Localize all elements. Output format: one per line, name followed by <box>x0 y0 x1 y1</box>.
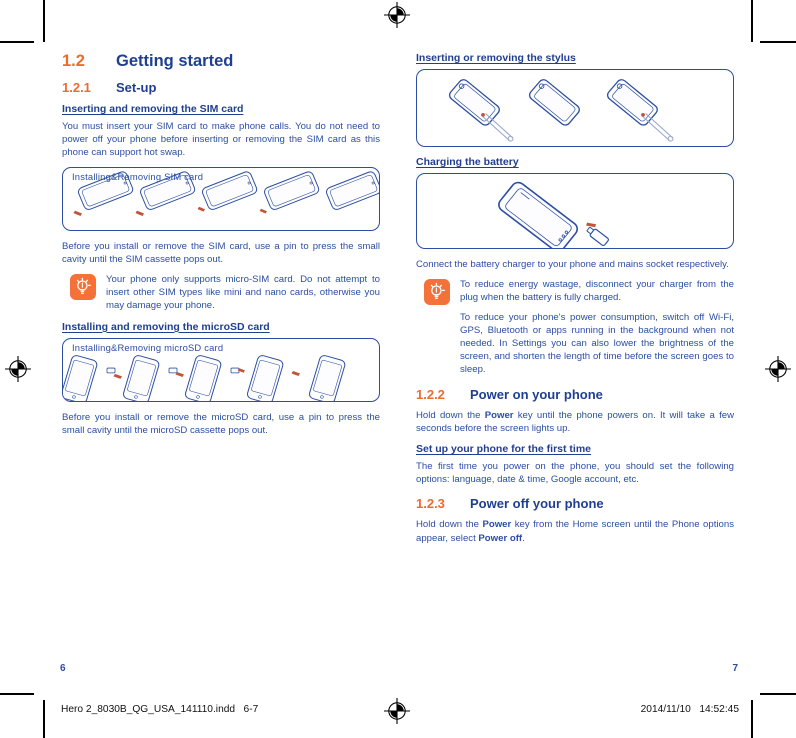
crop-mark-top-left-horizontal <box>0 41 34 43</box>
tip-note-sim-body: Your phone only supports micro-SIM card.… <box>106 273 380 313</box>
heading-getting-started-number: 1.2 <box>62 52 85 70</box>
illustration-stylus-artwork <box>448 79 674 142</box>
illustration-stylus <box>416 69 734 147</box>
heading-inserting-removing-sim: Inserting and removing the SIM card <box>62 103 244 115</box>
paragraph-power-on: Hold down the Power key until the phone … <box>416 409 734 435</box>
power-off-text-pre: Hold down the <box>416 519 483 531</box>
paragraph-power-off: Hold down the Power key from the Home sc… <box>416 518 734 544</box>
heading-power-on-number: 1.2.2 <box>416 386 445 402</box>
printed-manual-spread: 1.2 Getting started 1.2.1 Set-up Inserti… <box>0 0 796 738</box>
heading-first-time-setup: Set up your phone for the first time <box>416 443 592 456</box>
lightbulb-icon <box>70 274 96 301</box>
power-on-keyword: Power <box>484 409 514 421</box>
heading-inserting-removing-stylus: Inserting or removing the stylus <box>416 52 576 64</box>
power-on-text-pre: Hold down the <box>416 409 485 421</box>
heading-power-off: 1.2.3 Power off your phone <box>416 496 734 511</box>
footer-timestamp: 2014/11/10 14:52:45 <box>640 704 739 715</box>
illustration-sim-card-caption: Installing&Removing SIM card <box>72 170 204 182</box>
left-page-column: 1.2 Getting started 1.2.1 Set-up Inserti… <box>62 52 380 444</box>
heading-set-up-number: 1.2.1 <box>62 80 91 95</box>
tip-note-charging-text-1: To reduce energy wastage, disconnect you… <box>460 279 734 304</box>
lightbulb-icon <box>424 279 450 306</box>
heading-set-up-title: Set-up <box>116 80 157 95</box>
heading-charging-battery: Charging the battery <box>416 156 519 168</box>
illustration-sim-card: Installing&Removing SIM card <box>62 166 380 231</box>
crop-mark-bottom-right-vertical <box>751 700 753 738</box>
paragraph-first-time-setup: The first time you power on the phone, y… <box>416 461 734 486</box>
heading-set-up: 1.2.1 Set-up <box>62 80 380 95</box>
crop-mark-bottom-left-horizontal <box>0 693 34 695</box>
power-off-keyword-power-off: Power off <box>478 532 523 544</box>
page-number-right: 7 <box>732 663 738 674</box>
tip-note-sim: Your phone only supports micro-SIM card.… <box>62 273 380 313</box>
illustration-microsd-card: Installing&Removing microSD card <box>62 337 380 402</box>
power-off-keyword-power: Power <box>482 519 512 531</box>
heading-power-on-title: Power on your phone <box>470 386 603 402</box>
page-number-left: 6 <box>60 663 66 674</box>
illustration-charging-battery-artwork <box>498 181 609 248</box>
heading-power-on: 1.2.2 Power on your phone <box>416 387 734 402</box>
registration-mark-top <box>384 2 410 28</box>
crop-mark-bottom-left-vertical <box>43 700 45 738</box>
illustration-microsd-card-caption: Installing&Removing microSD card <box>72 341 224 353</box>
tip-note-charging-body: To reduce energy wastage, disconnect you… <box>460 278 734 376</box>
registration-mark-left <box>5 356 31 382</box>
power-off-text-post: . <box>522 532 525 544</box>
crop-mark-top-right-horizontal <box>760 41 796 43</box>
heading-getting-started: 1.2 Getting started <box>62 52 380 71</box>
tip-note-charging: To reduce energy wastage, disconnect you… <box>416 278 734 376</box>
illustration-charging-battery <box>416 173 734 249</box>
footer-file-label: Hero 2_8030B_QG_USA_141110.indd 6-7 <box>61 704 259 715</box>
crop-mark-top-right-vertical <box>751 0 753 42</box>
paragraph-sim-pin: Before you install or remove the SIM car… <box>62 240 380 265</box>
right-page-column: Inserting or removing the stylus Chargin… <box>416 52 734 552</box>
heading-power-off-number: 1.2.3 <box>416 496 445 512</box>
paragraph-charging-connect: Connect the battery charger to your phon… <box>416 259 729 270</box>
paragraph-microsd-pin: Before you install or remove the microSD… <box>62 411 380 436</box>
heading-power-off-title: Power off your phone <box>470 496 604 512</box>
paragraph-sim-intro: You must insert your SIM card to make ph… <box>62 121 380 159</box>
tip-note-sim-text: Your phone only supports micro-SIM card.… <box>106 274 380 312</box>
heading-getting-started-title: Getting started <box>116 52 234 70</box>
registration-mark-right <box>765 356 791 382</box>
crop-mark-top-left-vertical <box>43 0 45 42</box>
registration-mark-bottom <box>384 698 410 724</box>
crop-mark-bottom-right-horizontal <box>760 693 796 695</box>
tip-note-charging-text-2: To reduce your phone's power consumption… <box>460 311 734 376</box>
heading-installing-removing-microsd: Installing and removing the microSD card <box>62 320 270 333</box>
